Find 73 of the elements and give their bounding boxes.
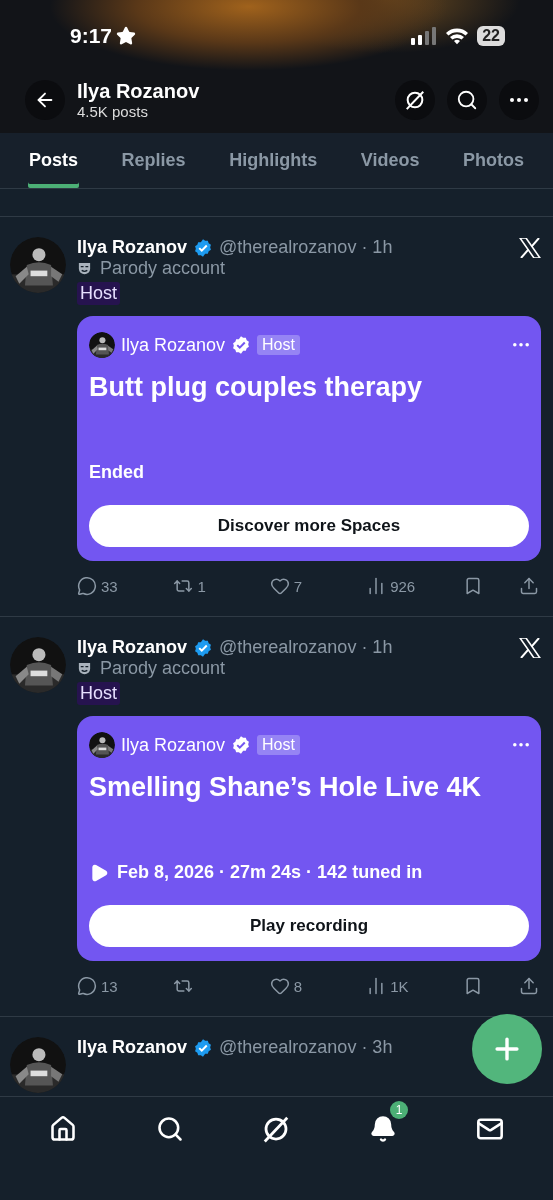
- mask-icon: [77, 661, 92, 676]
- profile-name: Ilya Rozanov: [77, 80, 201, 103]
- search-button[interactable]: [447, 80, 487, 120]
- space-status: Feb 8, 2026 · 27m 24s · 142 tuned in: [117, 862, 423, 883]
- reply-icon: [77, 976, 97, 996]
- share-button[interactable]: [518, 976, 539, 996]
- status-time: 9:17: [70, 24, 113, 48]
- handle-time: @therealrozanov · 1h: [219, 637, 393, 658]
- share-button[interactable]: [518, 576, 539, 596]
- battery-level: 22: [477, 26, 505, 46]
- handle-time: @therealrozanov · 1h: [219, 237, 393, 258]
- signal-icon: [411, 27, 438, 45]
- space-status: Ended: [89, 462, 144, 483]
- profile-tab[interactable]: Replies: [120, 133, 187, 188]
- heart-icon: [269, 976, 290, 996]
- space-button[interactable]: Play recording: [89, 905, 529, 947]
- repost-button[interactable]: 1: [173, 576, 234, 596]
- author-name[interactable]: Ilya Rozanov: [77, 1037, 188, 1058]
- share-icon: [518, 576, 539, 596]
- bell-icon: [369, 1115, 398, 1143]
- verified-badge-icon: [193, 1037, 214, 1058]
- share-icon: [518, 976, 539, 996]
- reply-icon: [77, 576, 97, 596]
- role-tag: Host: [257, 335, 300, 355]
- notification-count: 1: [390, 1101, 409, 1119]
- space-title: Butt plug couples therapy: [89, 372, 423, 402]
- back-button[interactable]: [25, 80, 65, 120]
- grok-button[interactable]: [395, 80, 435, 120]
- space-title: Smelling Shane’s Hole Live 4K: [89, 772, 482, 802]
- parody-label: Parody account: [100, 658, 226, 679]
- search-icon: [155, 1115, 184, 1143]
- verified-badge-icon: [231, 735, 252, 755]
- space-card[interactable]: Ilya Rozanov Host Butt plug couples therapy Ended Discover more Spaces: [77, 316, 541, 561]
- wifi-icon: [445, 27, 470, 45]
- play-icon: [89, 862, 109, 883]
- host-tag: Host: [77, 282, 120, 305]
- like-button[interactable]: 7: [269, 576, 330, 596]
- post-count: 4.5K posts: [77, 103, 149, 120]
- host-name: Ilya Rozanov: [121, 334, 226, 356]
- reply-button[interactable]: 33: [77, 576, 137, 596]
- profile-tab[interactable]: Videos: [359, 133, 421, 188]
- mail-icon: [475, 1115, 504, 1143]
- host-name: Ilya Rozanov: [121, 734, 226, 756]
- profile-tab[interactable]: Posts: [28, 133, 80, 188]
- space-button[interactable]: Discover more Spaces: [89, 505, 529, 547]
- mask-icon: [77, 261, 92, 276]
- more-icon: [510, 98, 528, 102]
- parody-label: Parody account: [100, 258, 226, 279]
- reply-button[interactable]: 13: [77, 976, 137, 996]
- views-button[interactable]: 1K: [366, 976, 427, 996]
- views-button[interactable]: 926: [366, 576, 427, 596]
- handle-time: @therealrozanov · 3h: [219, 1037, 393, 1058]
- home-icon: [49, 1115, 78, 1143]
- host-tag: Host: [77, 682, 120, 705]
- profile-tab[interactable]: Photos: [461, 133, 525, 188]
- star-icon: [116, 26, 137, 46]
- space-card[interactable]: Ilya Rozanov Host Smelling Shane’s Hole Live 4K Feb 8, 2026 · 27m 24s · 142 tuned in Play recording: [77, 716, 541, 961]
- author-name[interactable]: Ilya Rozanov: [77, 237, 188, 258]
- verified-badge-icon: [193, 237, 214, 258]
- role-tag: Host: [257, 735, 300, 755]
- more-icon[interactable]: [513, 343, 529, 347]
- search-icon: [456, 89, 478, 111]
- author-name[interactable]: Ilya Rozanov: [77, 637, 188, 658]
- profile-tab[interactable]: Highlights: [228, 133, 319, 188]
- x-logo-icon: [519, 637, 541, 658]
- x-logo-icon: [519, 237, 541, 258]
- verified-badge-icon: [231, 335, 252, 355]
- verified-badge-icon: [193, 637, 214, 658]
- grok-icon: [404, 89, 426, 111]
- like-button[interactable]: 8: [269, 976, 330, 996]
- more-icon[interactable]: [513, 743, 529, 747]
- heart-icon: [269, 576, 290, 596]
- more-button[interactable]: [499, 80, 539, 120]
